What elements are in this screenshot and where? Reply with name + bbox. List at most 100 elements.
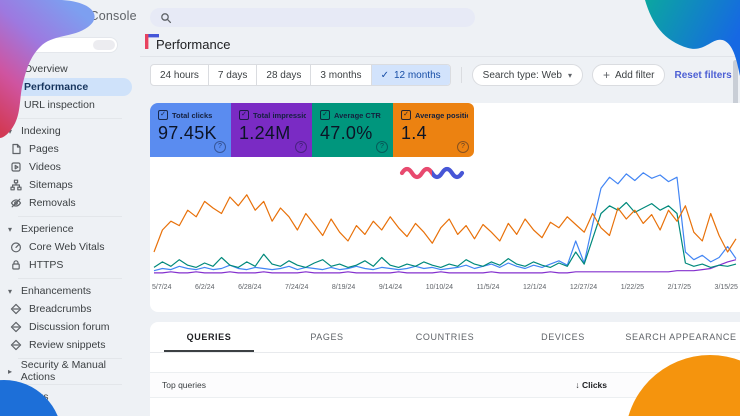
chevron-down-icon: ▾: [568, 71, 572, 80]
tab-label: SEARCH APPEARANCE: [625, 332, 736, 342]
tab-label: COUNTRIES: [416, 332, 474, 342]
tab-queries[interactable]: QUERIES: [150, 322, 268, 352]
sidebar-item-discussion-forum[interactable]: Discussion forum: [0, 318, 140, 336]
filter-bar: 24 hours7 days28 days3 months✓12 months …: [150, 64, 732, 86]
help-icon[interactable]: ?: [457, 141, 469, 153]
clicks-column-header[interactable]: ↓ Clicks: [527, 380, 607, 390]
date-range-24-hours[interactable]: 24 hours: [151, 65, 209, 85]
metric-label: Average position: [415, 111, 468, 120]
sidebar-item-videos[interactable]: Videos: [0, 158, 140, 176]
check-icon: ✓: [381, 70, 389, 81]
sidebar-item-sitemaps[interactable]: Sitemaps: [0, 176, 140, 194]
tab-pages[interactable]: PAGES: [268, 322, 386, 352]
metric-label: Total clicks: [172, 111, 212, 120]
vertical-scrollbar[interactable]: [733, 60, 738, 106]
sidebar-item-label: Links: [24, 391, 49, 403]
checkbox-icon[interactable]: ✓: [158, 110, 168, 120]
x-axis-tick-label: 6/28/24: [238, 284, 261, 291]
date-range-7-days[interactable]: 7 days: [209, 65, 257, 85]
tab-devices[interactable]: DEVICES: [504, 322, 622, 352]
date-range-12-months[interactable]: ✓ 12 months: [372, 65, 450, 85]
metric-value: 97.45K: [158, 123, 225, 144]
chevron-down-icon: ▾: [8, 225, 17, 234]
tab-label: DEVICES: [541, 332, 585, 342]
magnifier-icon: [160, 12, 172, 24]
page-icon: [10, 143, 22, 155]
tab-search-appearance[interactable]: SEARCH APPEARANCE: [622, 322, 740, 352]
search-input[interactable]: [150, 8, 475, 27]
gauge-icon: [10, 241, 22, 253]
sidebar-section-label: Experience: [21, 223, 74, 235]
search-type-label: Search type: Web: [483, 70, 562, 81]
checkbox-icon[interactable]: ✓: [320, 110, 330, 120]
metric-value: 1.4: [401, 123, 468, 144]
metric-card-average-ctr[interactable]: ✓ Average CTR 47.0%?: [312, 103, 393, 157]
sidebar-section-experience[interactable]: ▾ Experience: [0, 220, 140, 238]
chevron-down-icon: ▾: [8, 127, 17, 136]
help-icon[interactable]: ?: [214, 141, 226, 153]
sidebar-section-indexing[interactable]: ▾Indexing: [0, 122, 140, 140]
sidebar-item-overview[interactable]: Overview: [0, 60, 140, 78]
date-range-28-days[interactable]: 28 days: [257, 65, 311, 85]
x-axis-tick-label: 1/22/25: [621, 284, 644, 291]
search-console-app: Search Console OverviewPerformanceURL in…: [0, 0, 740, 416]
sidebar-item-performance[interactable]: Performance: [0, 78, 132, 96]
x-axis-tick-label: 10/10/24: [426, 284, 453, 291]
series-position: [154, 195, 736, 252]
reset-filters-link[interactable]: Reset filters: [674, 70, 731, 81]
help-icon[interactable]: ?: [376, 141, 388, 153]
dimensions-panel: QUERIES PAGES COUNTRIES DEVICES SEARCH APPEA…: [150, 322, 740, 416]
checkbox-icon[interactable]: ✓: [239, 110, 249, 120]
sidebar-item-label: Performance: [24, 81, 88, 93]
chart-x-axis-labels: 5/7/246/2/246/28/247/24/248/19/249/14/24…: [152, 284, 738, 291]
squiggle-decoration: [398, 163, 472, 181]
table-header-row: Top queries ↓ Clicks Impressions: [150, 372, 740, 398]
series-clicks: [154, 173, 736, 271]
top-queries-column-header[interactable]: Top queries: [162, 380, 527, 390]
sidebar-divider: [18, 278, 122, 279]
dimension-tabs: QUERIES PAGES COUNTRIES DEVICES SEARCH APPEA…: [150, 322, 740, 353]
tab-countries[interactable]: COUNTRIES: [386, 322, 504, 352]
sidebar-item-https[interactable]: HTTPS: [0, 256, 140, 274]
date-range-label: 7 days: [218, 70, 247, 81]
sidebar-item-core-web-vitals[interactable]: Core Web Vitals: [0, 238, 140, 256]
property-selector[interactable]: [18, 37, 118, 53]
metric-card-total-clicks[interactable]: ✓ Total clicks 97.45K?: [150, 103, 231, 157]
metric-card-total-impressions[interactable]: ✓Total impressions1.24M?: [231, 103, 312, 157]
date-range-label: 12 months: [394, 70, 441, 81]
add-filter-button[interactable]: + Add filter: [592, 64, 665, 86]
sidebar-item-url-inspection[interactable]: URL inspection: [0, 96, 140, 114]
date-range-3-months[interactable]: 3 months: [311, 65, 371, 85]
search-type-dropdown[interactable]: Search type: Web ▾: [472, 64, 583, 86]
gem-icon: [10, 321, 22, 333]
checkbox-icon[interactable]: ✓: [401, 110, 411, 120]
date-range-label: 3 months: [320, 70, 361, 81]
impressions-column-header[interactable]: Impressions: [607, 380, 740, 390]
sidebar-item-label: Review snippets: [29, 339, 105, 351]
page-title: Performance: [156, 37, 230, 52]
lock-icon: [10, 259, 22, 271]
sidebar-item-removals[interactable]: Removals: [0, 194, 140, 212]
x-axis-tick-label: 12/27/24: [570, 284, 597, 291]
sidebar-divider: [18, 216, 122, 217]
help-icon[interactable]: ?: [295, 141, 307, 153]
sidebar-item-label: HTTPS: [29, 259, 63, 271]
chevron-down-icon: ▾: [8, 287, 17, 296]
property-selector-button[interactable]: [93, 40, 115, 50]
metric-value: 47.0%: [320, 123, 387, 144]
date-range-group: 24 hours 7 days 28 days 3 months ✓ 12 months: [150, 64, 451, 86]
tab-label: PAGES: [310, 332, 343, 342]
video-icon: [10, 161, 22, 173]
date-range-label: 24 hours: [160, 70, 199, 81]
sidebar-item-breadcrumbs[interactable]: Breadcrumbs: [0, 300, 140, 318]
sidebar-divider: [18, 118, 122, 119]
sidebar-section-enhancements[interactable]: ▾Enhancements: [0, 282, 140, 300]
sidebar-section-label: Security & Manual Actions: [21, 359, 140, 383]
sidebar-divider: [18, 384, 122, 385]
sidebar-item-links[interactable]: Links: [0, 388, 140, 406]
sidebar-item-review-snippets[interactable]: Review snippets: [0, 336, 140, 354]
sidebar-item-pages[interactable]: Pages: [0, 140, 140, 158]
metric-label: Average CTR: [334, 111, 381, 120]
sidebar-section-security-manual-actions[interactable]: ▸Security & Manual Actions: [0, 362, 140, 380]
metric-card-average-position[interactable]: ✓ Average position 1.4?: [393, 103, 474, 157]
